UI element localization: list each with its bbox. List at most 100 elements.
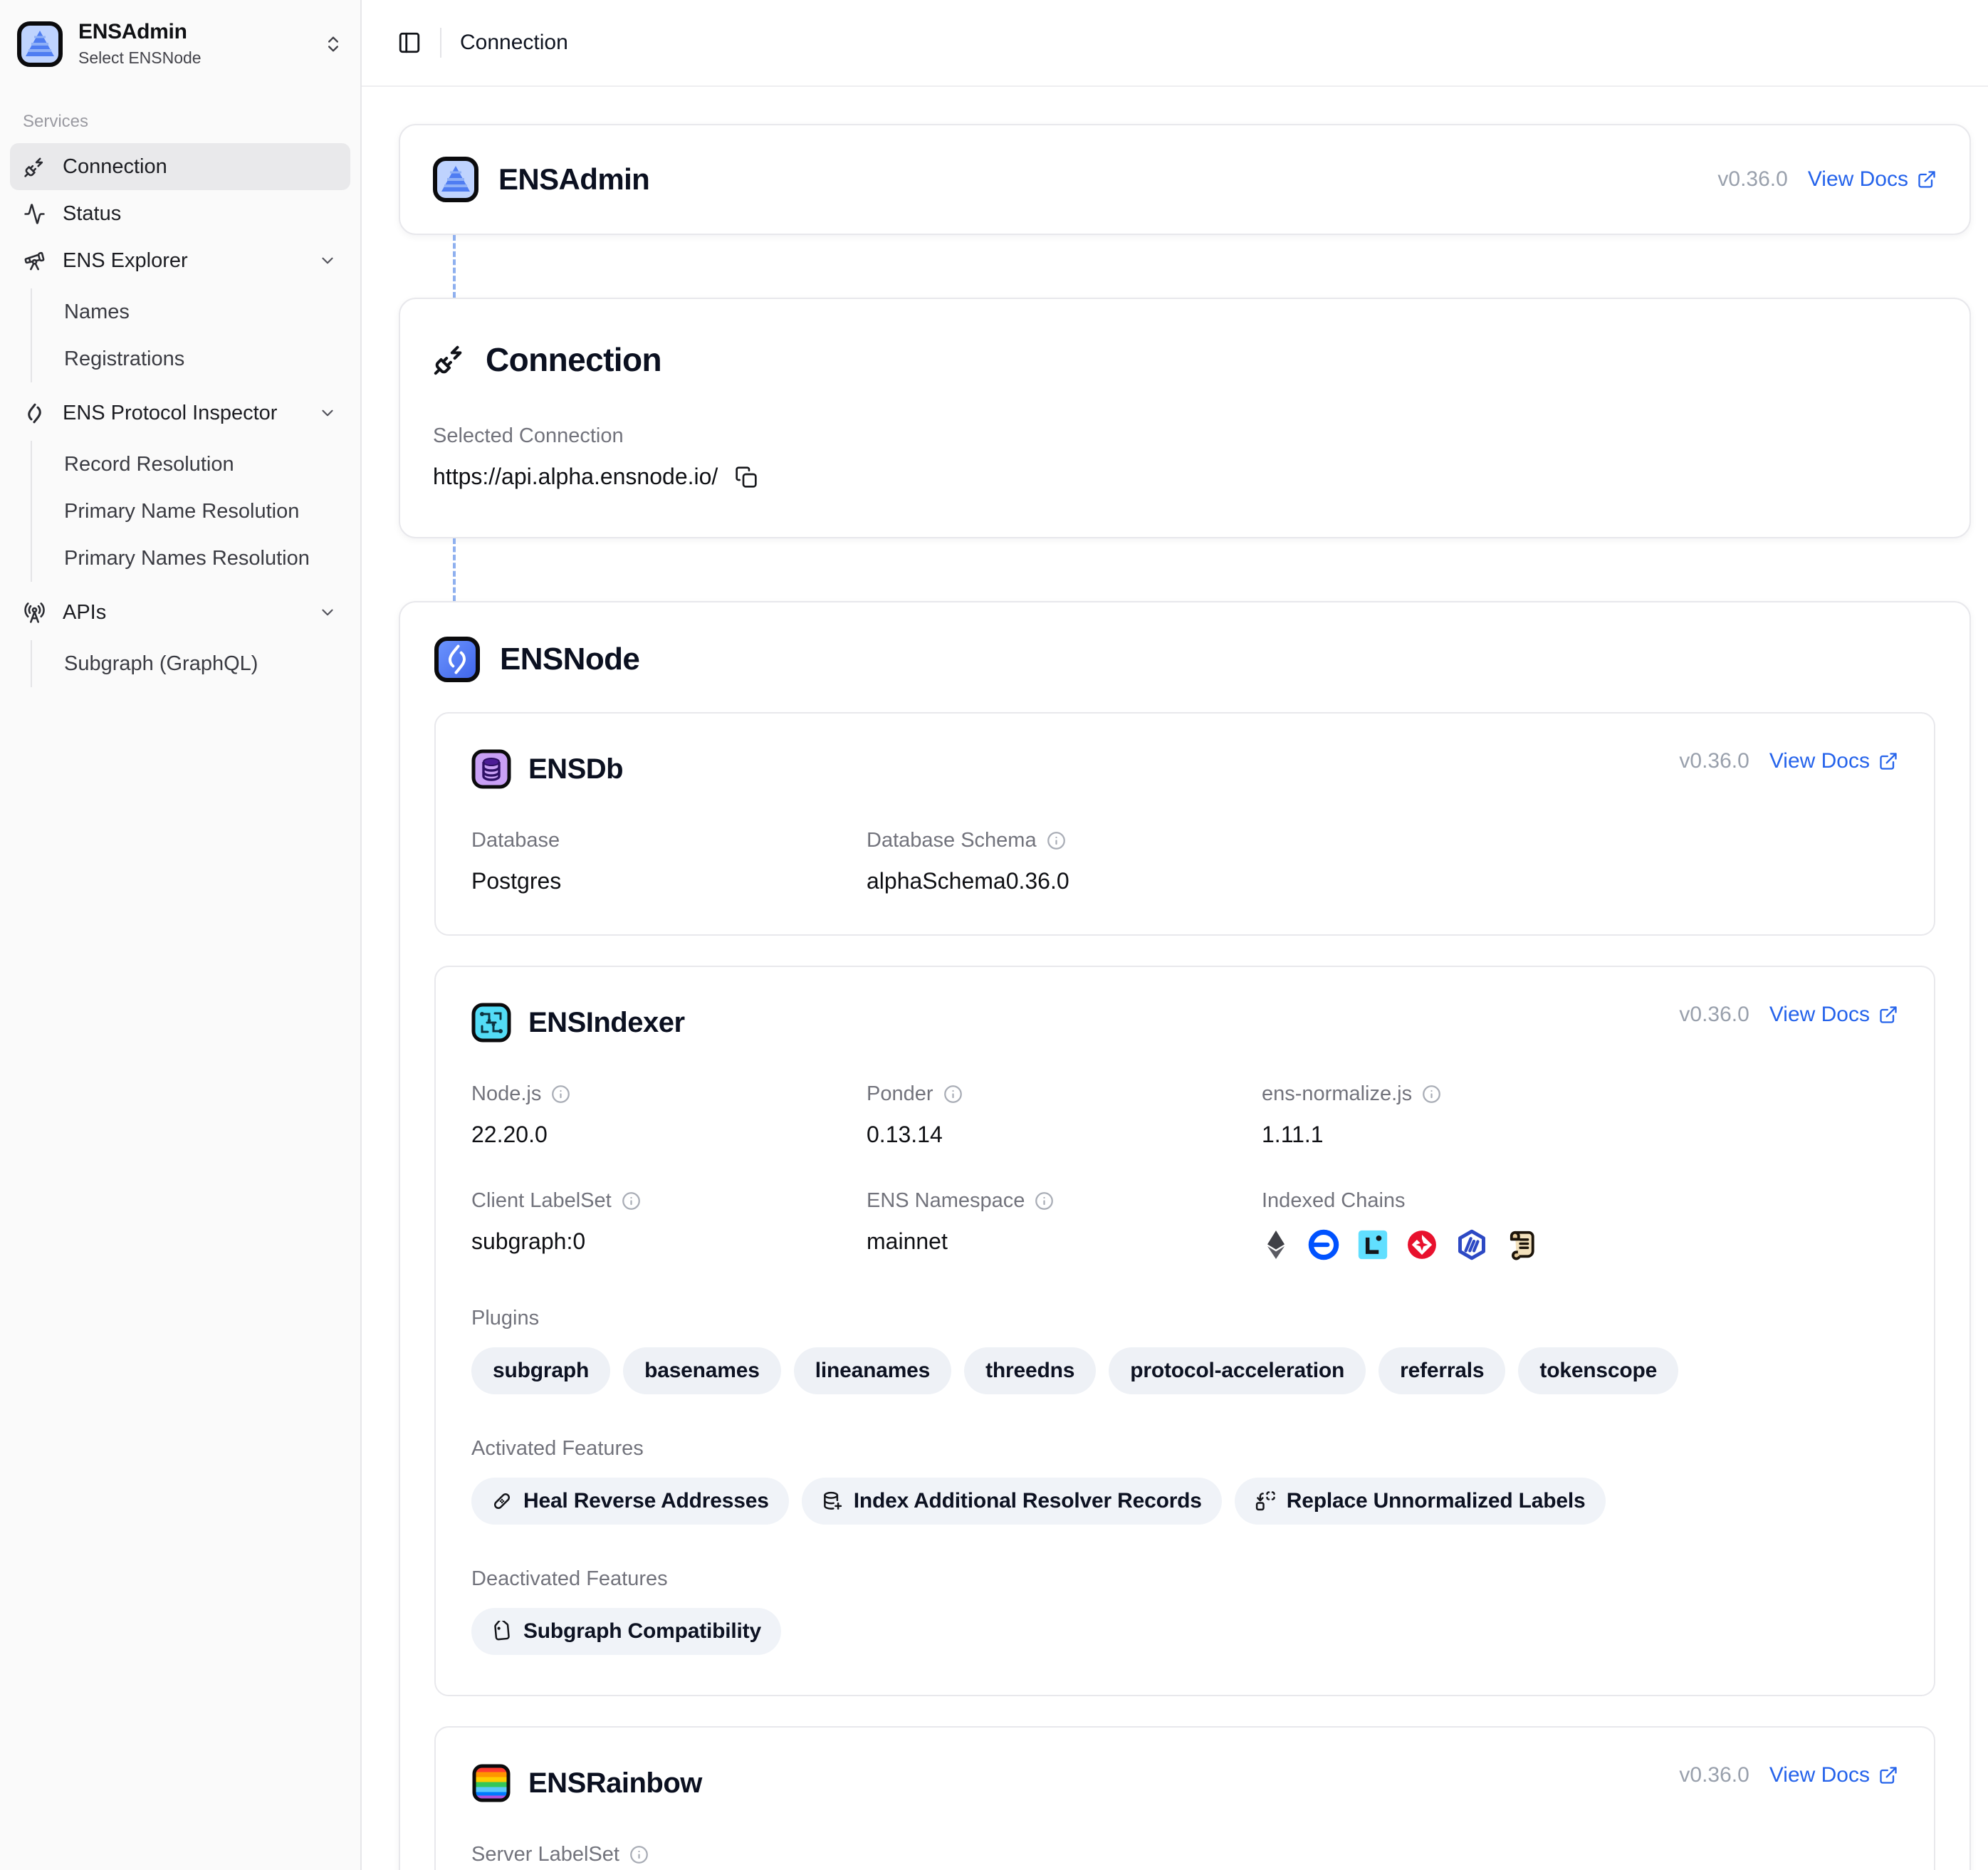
connection-card: Connection Selected Connection https://a… bbox=[399, 298, 1971, 538]
connection-url: https://api.alpha.ensnode.io/ bbox=[433, 464, 718, 490]
external-link-icon bbox=[1917, 169, 1937, 189]
indexed-chains-field: Indexed Chains bbox=[1262, 1189, 1898, 1264]
ensnode-logo bbox=[434, 637, 480, 682]
info-icon[interactable] bbox=[629, 1845, 649, 1864]
ensindexer-card: ENSIndexer v0.36.0 View Docs bbox=[434, 966, 1935, 1696]
database-schema-value: alphaSchema0.36.0 bbox=[867, 868, 1898, 894]
plugin-chip: threedns bbox=[964, 1347, 1096, 1394]
view-docs-link[interactable]: View Docs bbox=[1808, 167, 1937, 192]
apis-subitems: Subgraph (GraphQL) bbox=[31, 640, 350, 687]
ens-mark-icon bbox=[23, 402, 46, 424]
plug-zap-icon bbox=[433, 343, 466, 376]
selected-connection-label: Selected Connection bbox=[433, 424, 1937, 448]
sidebar-item-apis[interactable]: APIs bbox=[10, 589, 350, 636]
topbar-divider bbox=[440, 28, 441, 58]
sidebar-item-label: ENS Protocol Inspector bbox=[63, 402, 277, 425]
sidebar-item-label: Primary Names Resolution bbox=[64, 547, 310, 570]
plugin-chip: lineanames bbox=[794, 1347, 951, 1394]
sidebar-item-label: Subgraph (GraphQL) bbox=[64, 652, 258, 676]
external-link-icon bbox=[1878, 1765, 1898, 1785]
feature-chip-label: Subgraph Compatibility bbox=[523, 1619, 761, 1644]
ensadmin-logo bbox=[433, 157, 478, 202]
server-labelset-label: Server LabelSet bbox=[471, 1843, 619, 1866]
card-connector-line bbox=[453, 538, 456, 601]
info-icon[interactable] bbox=[551, 1085, 570, 1104]
nodejs-value: 22.20.0 bbox=[471, 1122, 867, 1148]
feature-chip-label: Heal Reverse Addresses bbox=[523, 1489, 769, 1513]
telescope-icon bbox=[23, 250, 46, 272]
radio-tower-icon bbox=[23, 602, 46, 624]
info-icon[interactable] bbox=[1422, 1085, 1441, 1104]
sidebar-item-label: Status bbox=[63, 202, 121, 226]
ensdb-card: ENSDb v0.36.0 View Docs Dat bbox=[434, 712, 1935, 936]
sidebar-item-subgraph-graphql[interactable]: Subgraph (GraphQL) bbox=[57, 640, 350, 687]
copy-icon[interactable] bbox=[735, 466, 758, 489]
sidebar-item-record-resolution[interactable]: Record Resolution bbox=[57, 441, 350, 488]
info-icon[interactable] bbox=[622, 1191, 641, 1211]
indexed-chains-label: Indexed Chains bbox=[1262, 1189, 1898, 1213]
chevron-down-icon[interactable] bbox=[318, 404, 337, 422]
plugin-chip: referrals bbox=[1378, 1347, 1505, 1394]
version-label: v0.36.0 bbox=[1679, 1003, 1749, 1027]
plugin-chip: basenames bbox=[623, 1347, 781, 1394]
feature-chip: Subgraph Compatibility bbox=[471, 1608, 781, 1655]
sidebar-toggle-icon[interactable] bbox=[397, 31, 422, 55]
view-docs-label: View Docs bbox=[1769, 1003, 1870, 1027]
topbar: Connection bbox=[362, 0, 1988, 87]
sidebar-item-label: APIs bbox=[63, 601, 106, 625]
sidebar-item-ens-explorer[interactable]: ENS Explorer bbox=[10, 237, 350, 284]
version-label: v0.36.0 bbox=[1679, 749, 1749, 773]
activated-features-list: Heal Reverse Addresses Index Additional … bbox=[471, 1478, 1898, 1525]
view-docs-link[interactable]: View Docs bbox=[1769, 1763, 1898, 1787]
info-icon[interactable] bbox=[1035, 1191, 1054, 1211]
ethereum-icon bbox=[1262, 1229, 1290, 1260]
sidebar-item-status[interactable]: Status bbox=[10, 190, 350, 237]
card-title: ENSAdmin bbox=[498, 162, 649, 197]
sidebar-item-names[interactable]: Names bbox=[57, 288, 350, 335]
chevron-down-icon[interactable] bbox=[318, 251, 337, 270]
threedns-icon bbox=[1406, 1228, 1438, 1261]
sidebar-item-connection[interactable]: Connection bbox=[10, 143, 350, 190]
database-value: Postgres bbox=[471, 868, 867, 894]
view-docs-label: View Docs bbox=[1769, 749, 1870, 773]
plug-zap-icon bbox=[23, 156, 46, 178]
ens-normalize-value: 1.11.1 bbox=[1262, 1122, 1898, 1148]
ensnode-selector[interactable]: ENSAdmin Select ENSNode bbox=[10, 16, 350, 72]
replace-icon bbox=[1255, 1490, 1276, 1512]
sidebar-item-registrations[interactable]: Registrations bbox=[57, 335, 350, 382]
deactivated-features-label: Deactivated Features bbox=[471, 1567, 1898, 1591]
feature-chip: Replace Unnormalized Labels bbox=[1235, 1478, 1606, 1525]
ensadmin-card: ENSAdmin v0.36.0 View Docs bbox=[399, 124, 1971, 235]
indexed-chains-row bbox=[1262, 1226, 1898, 1264]
activity-icon bbox=[23, 203, 46, 225]
ens-normalize-label: ens-normalize.js bbox=[1262, 1082, 1412, 1106]
feature-chip-label: Index Additional Resolver Records bbox=[854, 1489, 1202, 1513]
info-icon[interactable] bbox=[943, 1085, 963, 1104]
info-icon[interactable] bbox=[1047, 831, 1066, 850]
client-labelset-value: subgraph:0 bbox=[471, 1228, 867, 1255]
database-schema-label: Database Schema bbox=[867, 829, 1037, 852]
sidebar-item-label: Registrations bbox=[64, 348, 184, 371]
ens-namespace-value: mainnet bbox=[867, 1228, 1262, 1255]
client-labelset-label: Client LabelSet bbox=[471, 1189, 612, 1213]
plugins-list: subgraph basenames lineanames threedns p… bbox=[471, 1347, 1898, 1394]
view-docs-link[interactable]: View Docs bbox=[1769, 749, 1898, 773]
base-icon bbox=[1307, 1228, 1340, 1261]
ens-explorer-subitems: Names Registrations bbox=[31, 288, 350, 382]
sidebar-item-ens-protocol-inspector[interactable]: ENS Protocol Inspector bbox=[10, 390, 350, 437]
chevrons-up-down-icon[interactable] bbox=[323, 34, 343, 54]
linea-icon bbox=[1357, 1229, 1388, 1260]
external-link-icon bbox=[1878, 751, 1898, 771]
chevron-down-icon[interactable] bbox=[318, 603, 337, 622]
ensrainbow-card: ENSRainbow v0.36.0 View Docs bbox=[434, 1726, 1935, 1870]
plugin-chip: protocol-acceleration bbox=[1109, 1347, 1366, 1394]
view-docs-label: View Docs bbox=[1808, 167, 1908, 192]
ensindexer-logo bbox=[471, 1003, 511, 1043]
ens-normalize-field: ens-normalize.js 1.11.1 bbox=[1262, 1082, 1898, 1148]
feature-chip-label: Replace Unnormalized Labels bbox=[1287, 1489, 1586, 1513]
view-docs-link[interactable]: View Docs bbox=[1769, 1003, 1898, 1027]
sidebar-item-primary-names-resolution[interactable]: Primary Names Resolution bbox=[57, 535, 350, 582]
card-connector-line bbox=[453, 235, 456, 298]
nodejs-label: Node.js bbox=[471, 1082, 541, 1106]
sidebar-item-primary-name-resolution[interactable]: Primary Name Resolution bbox=[57, 488, 350, 535]
